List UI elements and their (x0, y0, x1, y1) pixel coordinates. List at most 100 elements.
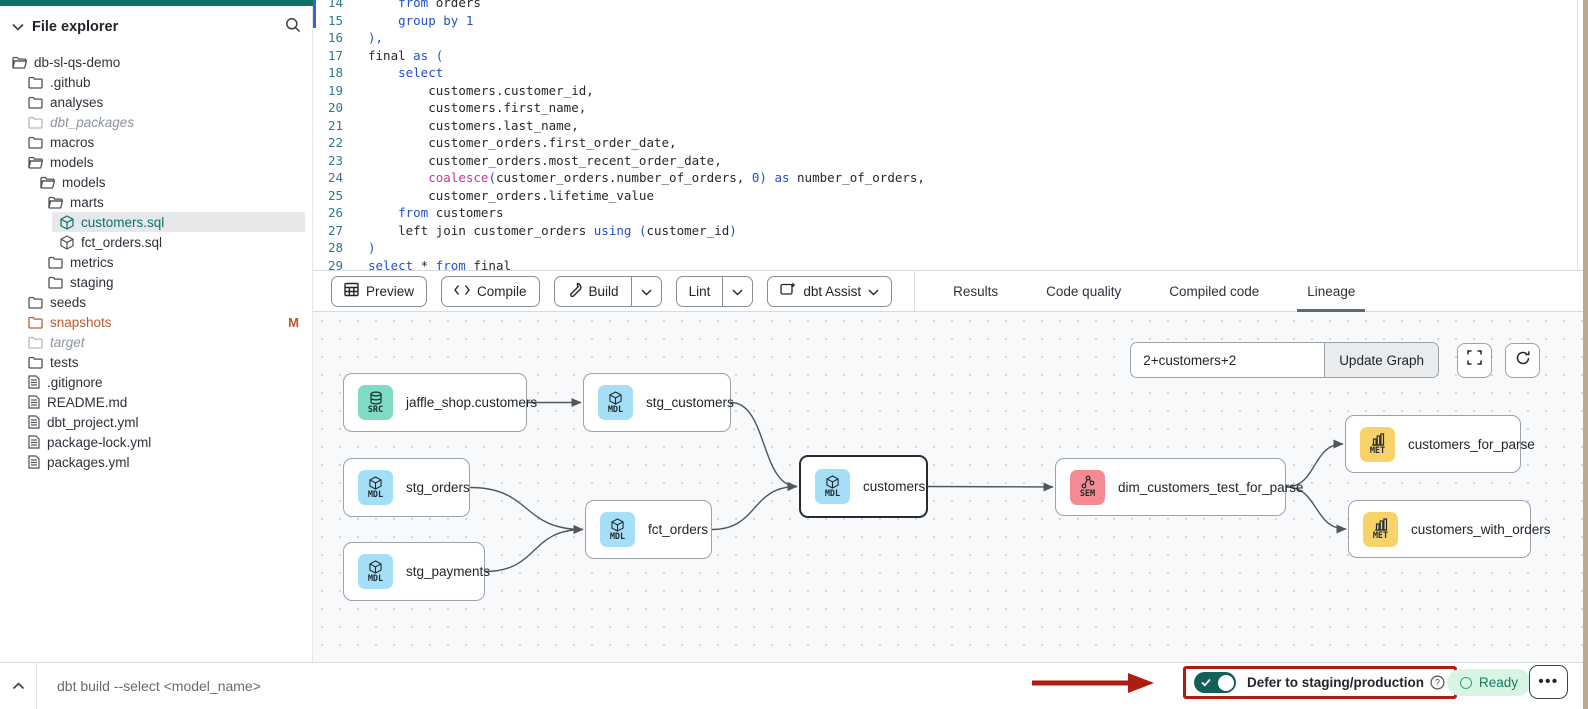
lineage-node-stg-orders[interactable]: MDLstg_orders (343, 458, 470, 517)
search-icon[interactable] (285, 17, 301, 38)
cube-icon (369, 476, 382, 490)
edge-stg_payments-to-fct_orders (485, 530, 583, 572)
folder-icon (28, 76, 43, 89)
code-lines: 14 from orders15 group by 116),17final a… (313, 0, 1588, 271)
line-number: 14 (313, 0, 357, 12)
tree-item-fct-orders-sql[interactable]: fct_orders.sql (52, 232, 305, 252)
panel-collapse-button[interactable] (0, 677, 36, 695)
code-line-24: 24 coalesce(customer_orders.number_of_or… (313, 169, 1588, 187)
tree-item--gitignore[interactable]: .gitignore (20, 372, 305, 392)
code-line-19: 19 customers.customer_id, (313, 82, 1588, 100)
cube-icon (369, 560, 382, 574)
lineage-node-stg-payments[interactable]: MDLstg_payments (343, 542, 485, 601)
tree-item-packages-yml[interactable]: packages.yml (20, 452, 305, 472)
build-dropdown-button[interactable] (631, 277, 661, 306)
code-line-17: 17final as ( (313, 47, 1588, 65)
tree-item-analyses[interactable]: analyses (20, 92, 305, 112)
fullscreen-icon (1467, 350, 1482, 370)
tree-item-package-lock-yml[interactable]: package-lock.yml (20, 432, 305, 452)
model-icon (60, 235, 74, 250)
help-icon[interactable]: ? (1430, 675, 1445, 690)
badge-type-label: MET (1373, 532, 1388, 541)
db-icon (369, 391, 383, 405)
file-explorer-header: File explorer (0, 12, 313, 42)
tree-item-macros[interactable]: macros (20, 132, 305, 152)
badge-type-label: SRC (368, 406, 383, 415)
cube-icon (609, 391, 622, 405)
file-icon (28, 415, 40, 429)
tree-item-seeds[interactable]: seeds (20, 292, 305, 312)
tab-code-quality[interactable]: Code quality (1022, 271, 1145, 312)
code-line-20: 20 customers.first_name, (313, 99, 1588, 117)
defer-toggle[interactable] (1194, 672, 1236, 693)
edge-customers-to-dim_customers_test_for_parse (928, 487, 1053, 488)
tree-item-db-sl-qs-demo[interactable]: db-sl-qs-demo (4, 52, 305, 72)
tree-item--github[interactable]: .github (20, 72, 305, 92)
collapse-chevron-icon[interactable] (12, 18, 24, 36)
build-button-group: Build (554, 276, 662, 307)
tree-item-customers-sql[interactable]: customers.sql (52, 212, 305, 232)
tree-item-label: dbt_packages (50, 115, 134, 130)
lint-button[interactable]: Lint (677, 277, 723, 306)
dbt-assist-button[interactable]: dbt Assist (767, 276, 892, 307)
tab-lineage[interactable]: Lineage (1283, 271, 1379, 312)
editor-scrollbar-track[interactable] (1577, 0, 1578, 271)
update-graph-button[interactable]: Update Graph (1324, 343, 1438, 377)
status-badge[interactable]: Ready (1447, 669, 1531, 696)
tree-item-label: marts (70, 195, 104, 210)
mdl-badge: MDL (358, 470, 393, 505)
lint-dropdown-button[interactable] (722, 277, 752, 306)
mdl-badge: MDL (358, 554, 393, 589)
tree-item-metrics[interactable]: metrics (40, 252, 305, 272)
table-icon (344, 282, 359, 300)
edge-stg_orders-to-fct_orders (470, 488, 583, 530)
tree-item-target[interactable]: target (20, 332, 305, 352)
mdl-badge: MDL (598, 385, 633, 420)
modified-badge: M (288, 315, 299, 330)
tab-compiled-code[interactable]: Compiled code (1145, 271, 1283, 312)
code-editor[interactable]: 14 from orders15 group by 116),17final a… (313, 0, 1588, 271)
code-line-22: 22 customer_orders.first_order_date, (313, 134, 1588, 152)
preview-button[interactable]: Preview (331, 276, 427, 307)
build-button[interactable]: Build (555, 277, 631, 306)
tree-item-marts[interactable]: marts (40, 192, 305, 212)
line-number: 28 (313, 239, 357, 257)
defer-label: Defer to staging/production (1247, 675, 1424, 690)
tree-item-snapshots[interactable]: snapshots M (20, 312, 305, 332)
tree-item-label: dbt_project.yml (47, 415, 139, 430)
tree-item-label: models (50, 155, 94, 170)
tree-item-models[interactable]: models (20, 152, 305, 172)
tab-results[interactable]: Results (929, 271, 1022, 312)
tree-item-label: package-lock.yml (47, 435, 151, 450)
tree-item-readme-md[interactable]: README.md (20, 392, 305, 412)
lineage-node-jaffle-shop-customers[interactable]: SRCjaffle_shop.customers (343, 373, 527, 432)
tree-item-staging[interactable]: staging (40, 272, 305, 292)
refresh-graph-button[interactable] (1505, 343, 1540, 378)
preview-button-label: Preview (366, 284, 414, 299)
tree-item-dbt-packages[interactable]: dbt_packages (20, 112, 305, 132)
tree-item-label: target (50, 335, 85, 350)
folder-icon (48, 276, 63, 289)
tree-item-tests[interactable]: tests (20, 352, 305, 372)
lineage-node-fct-orders[interactable]: MDLfct_orders (585, 500, 712, 559)
lineage-node-customers-with-orders[interactable]: METcustomers_with_orders (1348, 500, 1531, 558)
lineage-node-customers[interactable]: MDLcustomers (799, 455, 928, 518)
compile-button[interactable]: Compile (441, 276, 540, 307)
lineage-node-customers-for-parse[interactable]: METcustomers_for_parse (1345, 415, 1521, 473)
ellipsis-icon: ••• (1538, 677, 1558, 687)
tree-item-label: metrics (70, 255, 114, 270)
code-line-26: 26 from customers (313, 204, 1588, 222)
fullscreen-button[interactable] (1457, 343, 1492, 378)
tree-item-dbt-project-yml[interactable]: dbt_project.yml (20, 412, 305, 432)
tree-item-label: analyses (50, 95, 103, 110)
lineage-selector-input[interactable] (1131, 343, 1324, 377)
lineage-node-stg-customers[interactable]: MDLstg_customers (583, 373, 731, 432)
tree-item-models[interactable]: models (32, 172, 305, 192)
cube-icon (611, 518, 624, 532)
more-options-button[interactable]: ••• (1529, 665, 1568, 699)
file-icon (28, 375, 40, 389)
lineage-canvas[interactable]: SRCjaffle_shop.customers MDLstg_customers… (313, 312, 1588, 662)
code-line-27: 27 left join customer_orders using (cust… (313, 222, 1588, 240)
tree-item-label: snapshots (50, 315, 112, 330)
lineage-node-dim-customers-test-for-parse[interactable]: SEMdim_customers_test_for_parse (1055, 458, 1286, 516)
